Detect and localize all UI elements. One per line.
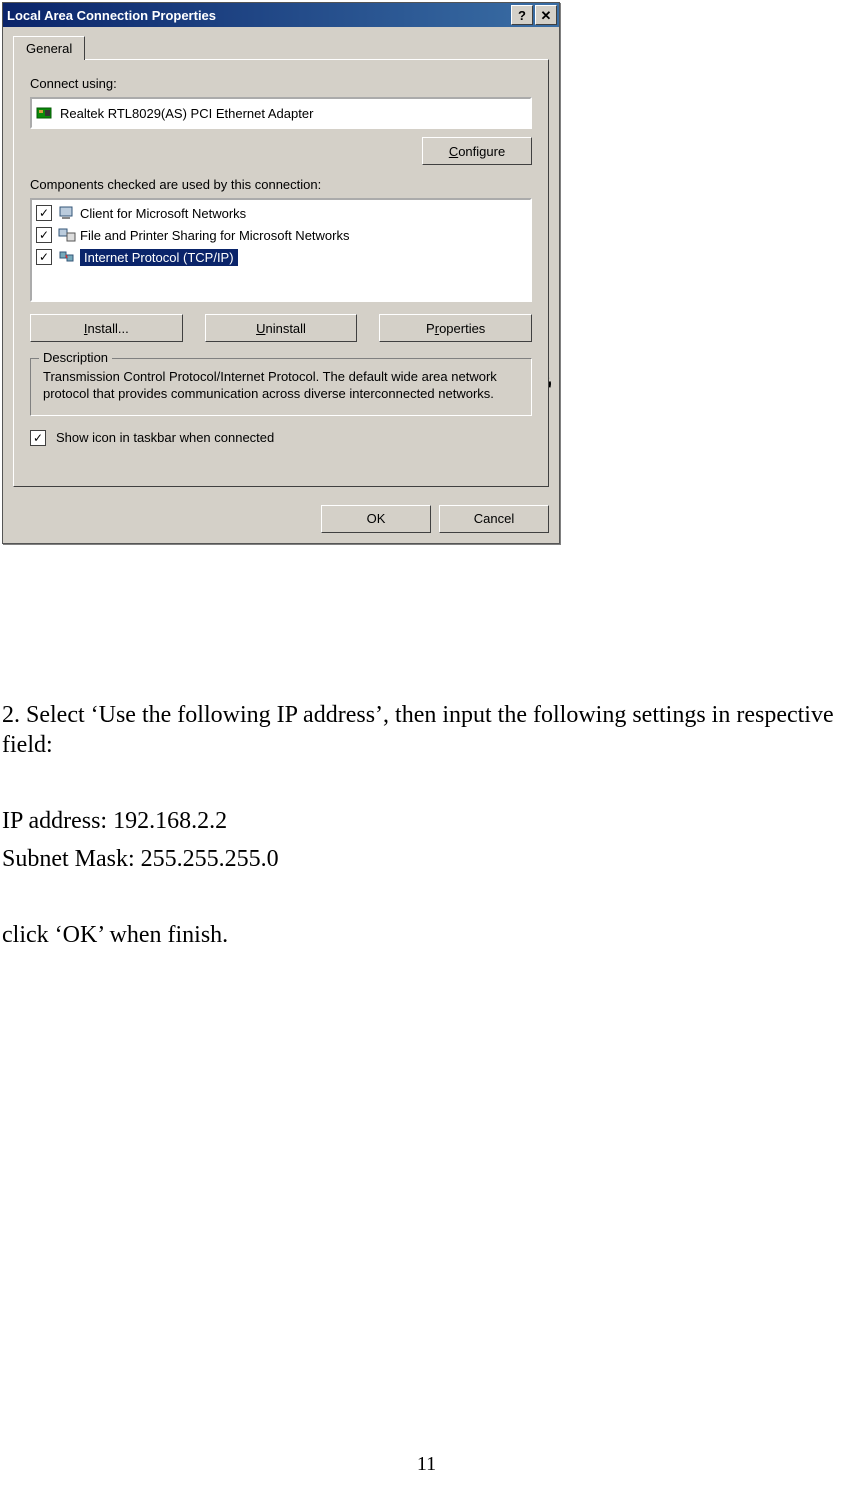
click-ok-line: click ‘OK’ when finish. xyxy=(2,920,842,950)
description-legend: Description xyxy=(39,350,112,365)
checkbox-icon[interactable]: ✓ xyxy=(36,205,52,221)
description-text: Transmission Control Protocol/Internet P… xyxy=(43,369,519,403)
help-icon: ? xyxy=(518,9,526,22)
list-item[interactable]: ✓ File and Printer Sharing for Microsoft… xyxy=(36,224,526,246)
step-2: 2. Select ‘Use the following IP address’… xyxy=(2,700,842,760)
uninstall-button[interactable]: Uninstall xyxy=(205,314,358,342)
list-item[interactable]: ✓ Client for Microsoft Networks xyxy=(36,202,526,224)
description-group: Description Transmission Control Protoco… xyxy=(30,358,532,416)
checkbox-icon[interactable]: ✓ xyxy=(30,430,46,446)
close-icon: ✕ xyxy=(541,9,552,22)
components-label: Components checked are used by this conn… xyxy=(30,177,532,192)
properties-button[interactable]: Properties xyxy=(379,314,532,342)
list-item[interactable]: ✓ Internet Protocol (TCP/IP) xyxy=(36,246,526,268)
components-listbox[interactable]: ✓ Client for Microsoft Networks ✓ File a… xyxy=(30,198,532,302)
mask-line: Subnet Mask: 255.255.255.0 xyxy=(2,844,842,874)
list-item-label: Internet Protocol (TCP/IP) xyxy=(80,249,238,266)
list-item-label: File and Printer Sharing for Microsoft N… xyxy=(80,228,349,243)
adapter-name: Realtek RTL8029(AS) PCI Ethernet Adapter xyxy=(60,106,313,121)
window-title: Local Area Connection Properties xyxy=(7,8,509,23)
install-button[interactable]: Install... xyxy=(30,314,183,342)
checkbox-icon[interactable]: ✓ xyxy=(36,249,52,265)
configure-button[interactable]: Configure xyxy=(422,137,532,165)
nic-icon xyxy=(36,105,54,121)
tcpip-icon xyxy=(58,249,76,265)
titlebar[interactable]: Local Area Connection Properties ? ✕ xyxy=(3,3,559,27)
fileprint-icon xyxy=(58,227,76,243)
close-button[interactable]: ✕ xyxy=(535,5,557,25)
connect-using-label: Connect using: xyxy=(30,76,532,91)
client-icon xyxy=(58,205,76,221)
adapter-field: Realtek RTL8029(AS) PCI Ethernet Adapter xyxy=(30,97,532,129)
help-button[interactable]: ? xyxy=(511,5,533,25)
page-number: 11 xyxy=(0,1453,853,1476)
show-icon-row[interactable]: ✓ Show icon in taskbar when connected xyxy=(30,430,532,446)
ip-line: IP address: 192.168.2.2 xyxy=(2,806,842,836)
instruction-text: 2. Select ‘Use the following IP address’… xyxy=(2,700,842,958)
list-item-label: Client for Microsoft Networks xyxy=(80,206,246,221)
connection-properties-dialog: Local Area Connection Properties ? ✕ Gen… xyxy=(2,2,560,544)
checkbox-icon[interactable]: ✓ xyxy=(36,227,52,243)
cancel-button[interactable]: Cancel xyxy=(439,505,549,533)
ok-button[interactable]: OK xyxy=(321,505,431,533)
tab-general[interactable]: General xyxy=(13,36,85,60)
